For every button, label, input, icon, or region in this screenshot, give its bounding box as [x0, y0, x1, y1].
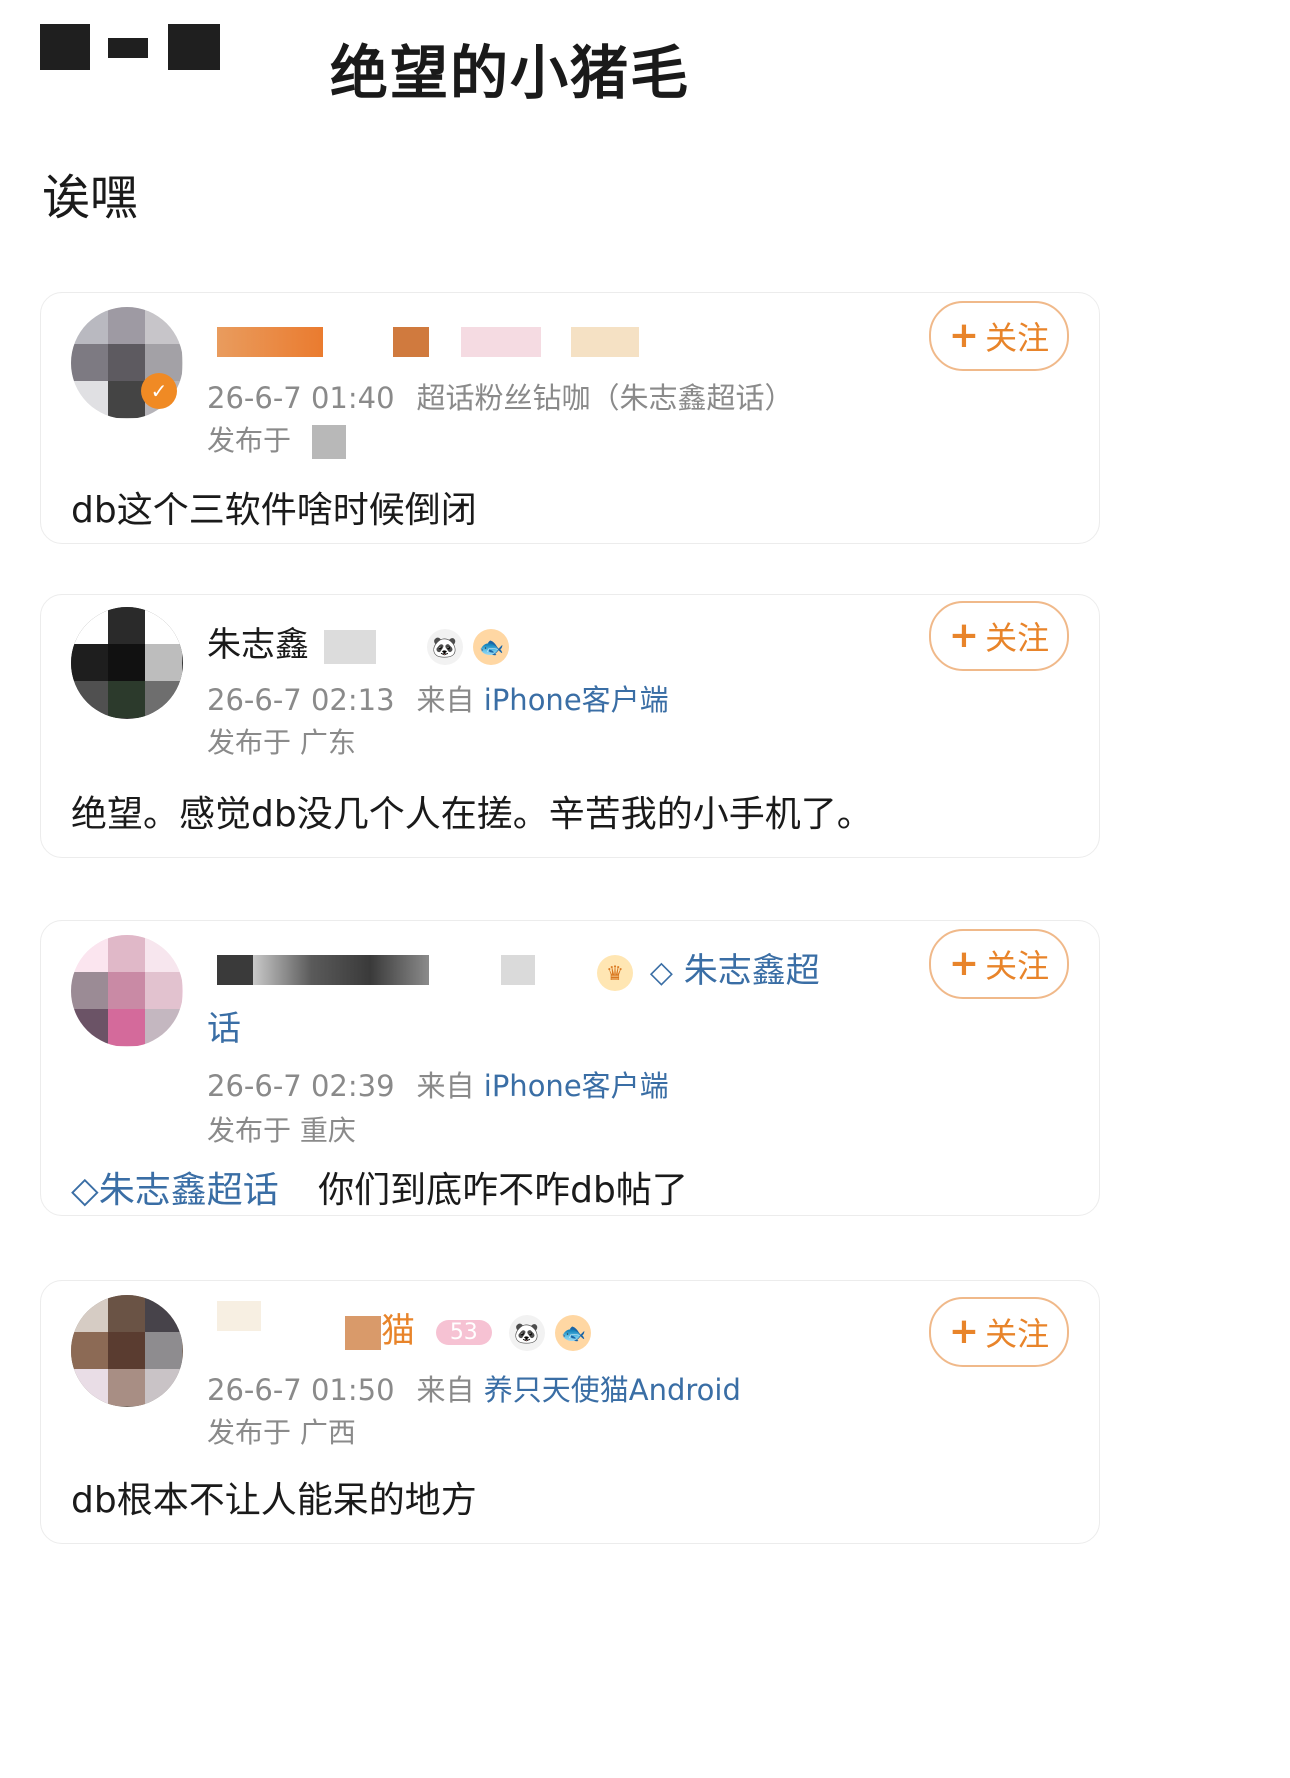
plus-icon: +	[948, 615, 980, 656]
plus-icon: +	[948, 315, 980, 356]
username-redacted	[571, 327, 639, 357]
comment-text: ◇朱志鑫超话 你们到底咋不咋db帖了	[71, 1170, 688, 1211]
panda-icon: 🐼	[508, 1314, 545, 1351]
follow-button[interactable]: + 关注	[929, 1297, 1069, 1367]
avatar[interactable]	[71, 1295, 183, 1407]
username-redacted	[501, 955, 535, 985]
username-redacted[interactable]	[217, 955, 253, 985]
location: 发布于 重庆	[207, 1114, 356, 1147]
username-redacted[interactable]	[217, 1301, 261, 1331]
follow-button[interactable]: + 关注	[929, 601, 1069, 671]
comment-card: ♛ ◇ 朱志鑫超 话 26-6-7 02:39 来自 iPhone客户端 发布于 …	[40, 920, 1100, 1216]
username-redacted	[253, 955, 429, 985]
diamond-icon: ◇	[649, 955, 673, 990]
follow-button[interactable]: + 关注	[929, 301, 1069, 371]
topic-badge[interactable]: ♛ ◇ 朱志鑫超	[597, 943, 820, 992]
avatar[interactable]	[71, 935, 183, 1047]
panda-icon: 🐼	[426, 628, 463, 665]
comment-card: ✓ 26-6-7 01:40 超话粉丝钻咖（朱志鑫超话） 发布于 db这个三软件啥…	[40, 292, 1100, 544]
plus-icon: +	[948, 1311, 980, 1352]
username-redacted	[461, 327, 541, 357]
post-header: 绝望的小猪毛	[40, 16, 1240, 107]
comment-card: 朱志鑫 🐼 🐟 26-6-7 02:13 来自 iPhone客户端 发布于 广东 …	[40, 594, 1100, 858]
comment-meta: 26-6-7 02:13 来自 iPhone客户端	[207, 683, 669, 717]
location: 发布于 广东	[207, 726, 356, 759]
comment-meta: 26-6-7 01:40 超话粉丝钻咖（朱志鑫超话）	[207, 375, 794, 417]
client-source[interactable]: iPhone客户端	[484, 683, 669, 717]
comment-text: db根本不让人能呆的地方	[71, 1480, 477, 1521]
comment-meta: 26-6-7 02:39 来自 iPhone客户端	[207, 1069, 669, 1103]
username-redacted	[393, 327, 429, 357]
client-source[interactable]: 养只天使猫Android	[484, 1373, 741, 1407]
comment-card: 猫 53 🐼 🐟 26-6-7 01:50 来自 养只天使猫Android 发布于…	[40, 1280, 1100, 1544]
location: 发布于	[207, 419, 346, 459]
follow-button[interactable]: + 关注	[929, 929, 1069, 999]
topic-name-tail: 话	[207, 1009, 241, 1049]
timestamp: 26-6-7 01:40	[207, 381, 395, 415]
fish-badge-icon: 🐟	[473, 628, 510, 665]
level-badge: 53	[435, 1320, 492, 1345]
avatar[interactable]	[71, 607, 183, 719]
comment-text: db这个三软件啥时候倒闭	[71, 490, 477, 531]
username[interactable]: 朱志鑫 🐼 🐟	[207, 617, 510, 666]
comment-meta: 26-6-7 01:50 来自 养只天使猫Android	[207, 1373, 741, 1407]
username-redacted[interactable]	[217, 327, 323, 357]
username[interactable]: 猫 53 🐼 🐟	[345, 1303, 592, 1352]
timestamp: 26-6-7 02:39	[207, 1069, 395, 1103]
redacted-prefix	[40, 24, 90, 70]
fan-level-label: 超话粉丝钻咖（朱志鑫超话）	[416, 381, 794, 415]
diamond-icon: ◇	[71, 1170, 99, 1211]
page-title: 绝望的小猪毛	[330, 39, 691, 107]
redacted-prefix	[168, 24, 220, 70]
timestamp: 26-6-7 01:50	[207, 1373, 395, 1407]
redacted-prefix	[108, 38, 148, 58]
verified-badge-icon: ✓	[141, 373, 177, 409]
post-caption: 诶嘿	[42, 170, 139, 226]
fish-badge-icon: 🐟	[555, 1314, 592, 1351]
comment-text: 绝望。感觉db没几个人在搓。辛苦我的小手机了。	[71, 794, 873, 835]
location: 发布于 广西	[207, 1416, 356, 1449]
crown-icon: ♛	[597, 954, 633, 991]
topic-tag[interactable]: ◇朱志鑫超话	[71, 1170, 279, 1211]
timestamp: 26-6-7 02:13	[207, 683, 395, 717]
plus-icon: +	[948, 943, 980, 984]
client-source[interactable]: iPhone客户端	[484, 1069, 669, 1103]
